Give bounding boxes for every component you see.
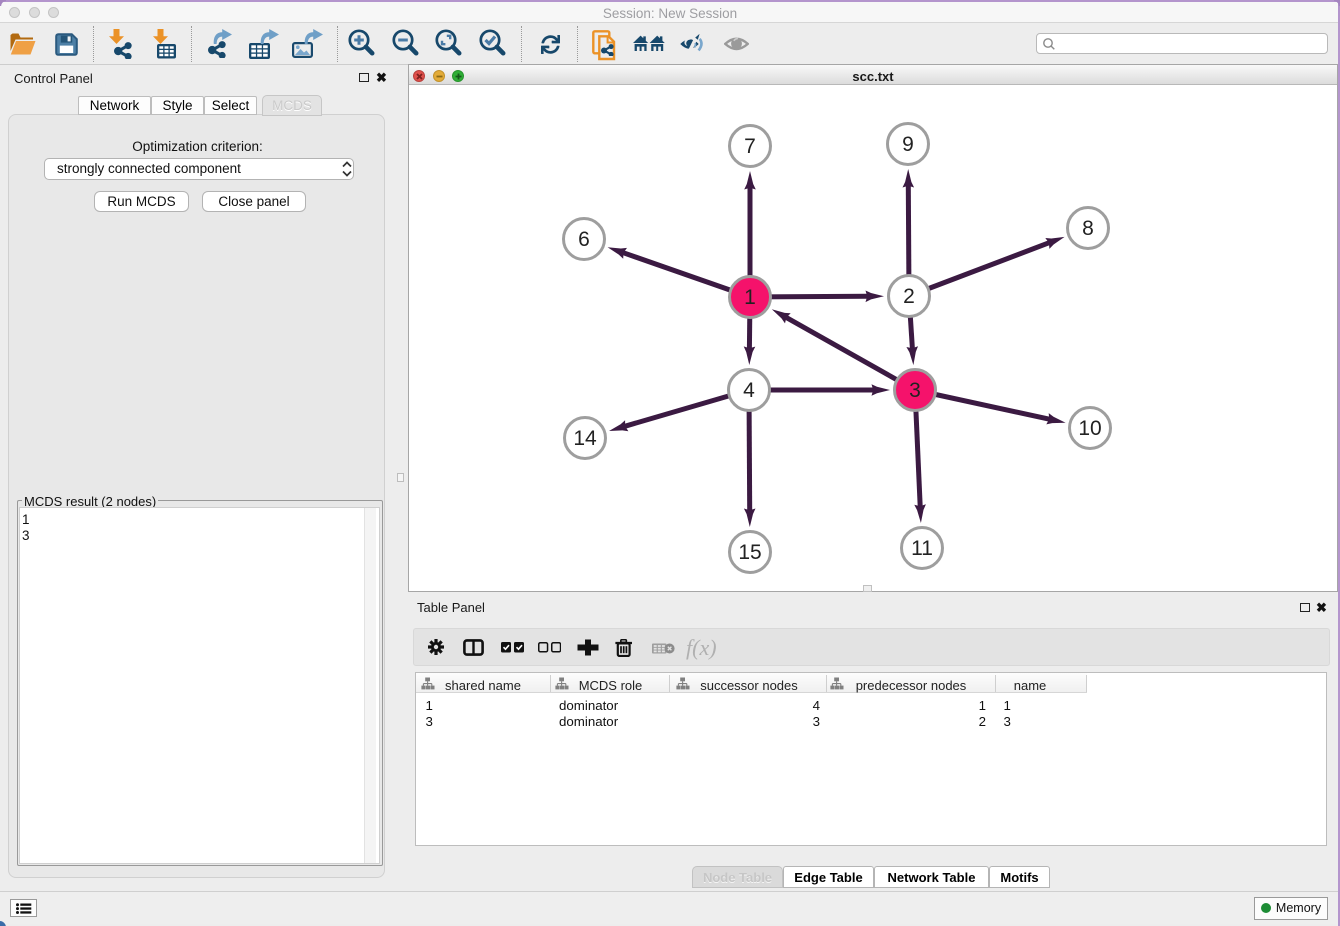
svg-text:11: 11 xyxy=(911,537,933,560)
svg-text:1: 1 xyxy=(744,286,756,309)
svg-text:4: 4 xyxy=(743,379,755,402)
svg-text:10: 10 xyxy=(1078,417,1101,440)
svg-text:15: 15 xyxy=(738,541,761,564)
svg-text:14: 14 xyxy=(573,427,597,450)
svg-text:6: 6 xyxy=(578,228,590,251)
svg-text:9: 9 xyxy=(902,133,914,156)
svg-text:2: 2 xyxy=(903,285,915,308)
svg-text:7: 7 xyxy=(744,135,756,158)
svg-text:3: 3 xyxy=(909,379,921,402)
svg-text:8: 8 xyxy=(1082,217,1094,240)
